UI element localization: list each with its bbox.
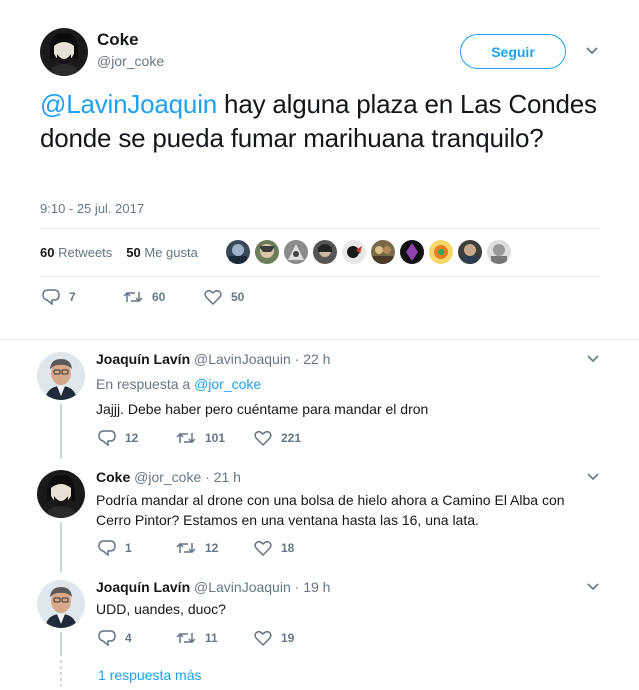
reply-button[interactable]: 7 [42, 289, 123, 305]
thread-line [60, 404, 62, 459]
tweet-actions: 7 60 50 [42, 289, 285, 305]
retweet-icon [176, 432, 196, 444]
like-icon [254, 430, 272, 446]
liker-avatar[interactable] [226, 240, 250, 264]
liker-avatar[interactable] [458, 240, 482, 264]
chevron-down-icon[interactable] [585, 46, 599, 56]
mention-link[interactable]: @LavinJoaquin [40, 89, 217, 119]
liker-avatar[interactable] [255, 240, 279, 264]
reply-icon [98, 430, 116, 446]
liker-avatar[interactable] [313, 240, 337, 264]
reply-button[interactable]: 4 [98, 630, 176, 646]
reply-author-handle[interactable]: @jor_coke [134, 469, 201, 485]
reply-button[interactable]: 1 [98, 540, 176, 556]
reply-header: Joaquín Lavín @LavinJoaquin · 19 h [96, 579, 331, 595]
like-icon [254, 540, 272, 556]
more-replies-link[interactable]: 1 respuesta más [98, 667, 202, 683]
retweet-icon [176, 632, 196, 644]
reply-header: Coke @jor_coke · 21 h [96, 469, 241, 485]
reply-actions: 4 11 19 [98, 630, 332, 646]
like-button[interactable]: 50 [204, 289, 285, 305]
reply-text: Podría mandar al drone con una bolsa de … [96, 492, 565, 528]
like-button[interactable]: 18 [254, 540, 332, 556]
divider [40, 276, 600, 277]
reply-text: UDD, uandes, duoc? [96, 601, 226, 617]
reply-author-name[interactable]: Coke [96, 469, 130, 485]
chevron-down-icon[interactable] [587, 355, 599, 363]
author-name[interactable]: Coke [97, 30, 139, 50]
like-button[interactable]: 221 [254, 430, 332, 446]
retweet-button[interactable]: 60 [123, 290, 204, 304]
reply-author-handle[interactable]: @LavinJoaquin [194, 351, 291, 367]
liker-avatars [226, 240, 511, 264]
reply-icon [98, 540, 116, 556]
liker-avatar[interactable] [342, 240, 366, 264]
chevron-down-icon[interactable] [587, 583, 599, 591]
like-button[interactable]: 19 [254, 630, 332, 646]
reply-actions: 12 101 221 [98, 430, 332, 446]
thread-dots [60, 660, 62, 686]
reply-author-handle[interactable]: @LavinJoaquin [194, 579, 291, 595]
reply-avatar[interactable] [37, 470, 85, 518]
liker-avatar[interactable] [429, 240, 453, 264]
like-icon [204, 289, 222, 305]
liker-avatar[interactable] [284, 240, 308, 264]
reply-to-link[interactable]: @jor_coke [194, 376, 261, 392]
reply-context: En respuesta a @jor_coke [96, 376, 262, 392]
tweet-stats: 60 Retweets 50 Me gusta [40, 245, 198, 260]
likes-stat[interactable]: 50 Me gusta [126, 245, 198, 260]
reply-timestamp[interactable]: 21 h [214, 469, 241, 485]
divider [40, 228, 600, 229]
reply-avatar[interactable] [37, 580, 85, 628]
reply-author-name[interactable]: Joaquín Lavín [96, 579, 190, 595]
liker-avatar[interactable] [400, 240, 424, 264]
retweet-icon [176, 542, 196, 554]
reply-icon [42, 289, 60, 305]
retweet-icon [123, 291, 143, 303]
liker-avatar[interactable] [371, 240, 395, 264]
reply-timestamp[interactable]: 19 h [303, 579, 330, 595]
chevron-down-icon[interactable] [587, 473, 599, 481]
section-divider [0, 339, 639, 340]
retweet-button[interactable]: 101 [176, 431, 254, 445]
reply-actions: 1 12 18 [98, 540, 332, 556]
reply-button[interactable]: 12 [98, 430, 176, 446]
reply-author-name[interactable]: Joaquín Lavín [96, 351, 190, 367]
reply-text: Jajjj. Debe haber pero cuéntame para man… [96, 401, 429, 417]
thread-line [60, 522, 62, 572]
follow-button[interactable]: Seguir [460, 34, 566, 69]
reply-avatar[interactable] [37, 352, 85, 400]
like-icon [254, 630, 272, 646]
author-avatar[interactable] [40, 28, 88, 76]
reply-icon [98, 630, 116, 646]
retweet-button[interactable]: 11 [176, 631, 254, 645]
tweet-timestamp[interactable]: 9:10 - 25 jul. 2017 [40, 201, 144, 216]
reply-header: Joaquín Lavín @LavinJoaquin · 22 h [96, 351, 331, 367]
retweets-stat[interactable]: 60 Retweets [40, 245, 112, 260]
tweet-text: @LavinJoaquin hay alguna plaza en Las Co… [40, 87, 610, 155]
reply-timestamp[interactable]: 22 h [303, 351, 330, 367]
retweet-button[interactable]: 12 [176, 541, 254, 555]
liker-avatar[interactable] [487, 240, 511, 264]
thread-line [60, 632, 62, 656]
author-handle[interactable]: @jor_coke [97, 53, 164, 69]
